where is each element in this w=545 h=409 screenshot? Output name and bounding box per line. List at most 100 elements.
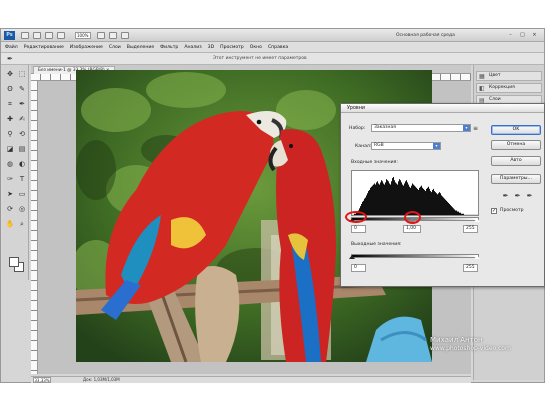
mini-bridge-icon[interactable] (33, 32, 41, 39)
menu-layers[interactable]: Слои (109, 45, 121, 50)
minimize-button[interactable]: – (506, 32, 515, 39)
histogram-bar (384, 184, 385, 215)
pen-tool-icon[interactable]: ✑ (5, 174, 15, 184)
ok-button[interactable]: OK (491, 125, 541, 135)
3d-orbit-tool-icon[interactable]: ◎ (17, 204, 27, 214)
histogram-bar (459, 212, 460, 215)
menu-3d[interactable]: 3D (208, 45, 214, 50)
hand-tool-icon[interactable]: ✋ (5, 219, 15, 229)
shape-tool-icon[interactable]: ▭ (17, 189, 27, 199)
histogram-bar (399, 179, 400, 215)
histogram-bar (392, 178, 393, 215)
histogram-bar (387, 180, 388, 215)
histogram-bar (370, 187, 371, 215)
input-white-field[interactable]: 255 (463, 225, 478, 233)
watermark: Михаил Антон www.photoshop-video.com (430, 336, 511, 353)
histogram-bar (446, 200, 447, 215)
histogram-bar (378, 183, 379, 215)
arrange-docs-icon[interactable] (109, 32, 117, 39)
eyedropper-tool-icon[interactable]: ✒ (7, 55, 15, 63)
hand-zoom-icon[interactable] (57, 32, 65, 39)
menu-help[interactable]: Справка (268, 45, 288, 50)
histogram-bar (435, 192, 436, 215)
gradient-tool-icon[interactable]: ▤ (17, 144, 27, 154)
dodge-tool-icon[interactable]: ◐ (17, 159, 27, 169)
bridge-icon[interactable] (21, 32, 29, 39)
output-gradient-bar (351, 254, 479, 258)
histogram-bar (372, 185, 373, 215)
preview-checkbox[interactable]: ✓ (491, 208, 497, 214)
menu-filter[interactable]: Фильтр (160, 45, 178, 50)
menu-analysis[interactable]: Анализ (184, 45, 201, 50)
brush-tool-icon[interactable]: ✍ (17, 114, 27, 124)
menu-image[interactable]: Изображение (70, 45, 103, 50)
maximize-button[interactable]: □ (518, 32, 527, 39)
output-white-slider[interactable] (474, 255, 480, 259)
watermark-author: Михаил Антон (430, 336, 483, 344)
black-eyedropper-icon[interactable]: ✒ (501, 192, 510, 201)
quick-select-tool-icon[interactable]: ✎ (17, 84, 27, 94)
app-zoom-select[interactable]: 100% (75, 32, 91, 39)
histogram-bar (433, 188, 434, 215)
histogram-bar (432, 189, 433, 215)
histogram-bar (369, 189, 370, 215)
rotate-view-icon[interactable] (97, 32, 105, 39)
eraser-tool-icon[interactable]: ◪ (5, 144, 15, 154)
workspace-switcher[interactable]: Основная рабочая среда (396, 32, 496, 40)
panel-label: Слои (489, 97, 501, 102)
output-white-field[interactable]: 255 (463, 264, 478, 272)
path-select-tool-icon[interactable]: ➤ (5, 189, 15, 199)
3d-rotate-tool-icon[interactable]: ⟳ (5, 204, 15, 214)
histogram-bar (406, 180, 407, 215)
screen-mode-icon[interactable] (121, 32, 129, 39)
zoom-level-field[interactable]: 33,33% (33, 377, 51, 383)
channel-select[interactable]: RGB ▾ (371, 142, 441, 150)
histogram-bar (458, 211, 459, 215)
history-brush-tool-icon[interactable]: ⟲ (17, 129, 27, 139)
healing-tool-icon[interactable]: ✚ (5, 114, 15, 124)
histogram-bar (375, 184, 376, 215)
close-button[interactable]: × (530, 32, 539, 39)
output-black-field[interactable]: 0 (351, 264, 366, 272)
type-tool-icon[interactable]: T (17, 174, 27, 184)
crop-tool-icon[interactable]: ⌗ (5, 99, 15, 109)
panel-tab[interactable]: ◧ Коррекция (476, 83, 542, 93)
extras-icon[interactable] (45, 32, 53, 39)
toolbox: ✥ ⬚ ʘ ✎ ⌗ ✒ ✚ ✍ ⚲ ⟲ ◪ ▤ ◍ ◐ ✑ T ➤ ▭ ⟳ ◎ ✋ ⌕ (3, 65, 29, 280)
gray-eyedropper-icon[interactable]: ✒ (513, 192, 522, 201)
histogram-bar (453, 208, 454, 215)
input-gray-field[interactable]: 1,00 (403, 225, 421, 233)
white-eyedropper-icon[interactable]: ✒ (525, 192, 534, 201)
preset-select[interactable]: Заказная ▾ (371, 124, 471, 132)
histogram-bar (460, 212, 461, 215)
clone-tool-icon[interactable]: ⚲ (5, 129, 15, 139)
histogram-bar (368, 191, 369, 215)
eyedropper-tool-icon[interactable]: ✒ (17, 99, 27, 109)
histogram-bar (405, 181, 406, 215)
blur-tool-icon[interactable]: ◍ (5, 159, 15, 169)
panel-tab[interactable]: ▦ Цвет (476, 71, 542, 81)
preset-options-icon[interactable]: ≡ (473, 125, 478, 132)
menu-view[interactable]: Просмотр (220, 45, 244, 50)
histogram-bar (377, 181, 378, 215)
menu-edit[interactable]: Редактирование (24, 45, 64, 50)
histogram-bar (466, 214, 467, 215)
input-black-field[interactable]: 0 (351, 225, 366, 233)
options-button[interactable]: Параметры... (491, 174, 541, 184)
move-tool-icon[interactable]: ✥ (5, 69, 15, 79)
zoom-tool-icon[interactable]: ⌕ (17, 219, 27, 229)
cancel-button[interactable]: Отмена (491, 140, 541, 150)
histogram-bar (419, 187, 420, 215)
panel-label: Коррекция (489, 85, 515, 90)
menu-file[interactable]: Файл (5, 45, 18, 50)
marquee-tool-icon[interactable]: ⬚ (17, 69, 27, 79)
menu-window[interactable]: Окно (250, 45, 262, 50)
foreground-color-swatch[interactable] (9, 257, 19, 267)
histogram-bar (379, 184, 380, 215)
auto-button[interactable]: Авто (491, 156, 541, 166)
output-black-slider[interactable] (349, 255, 355, 259)
channel-value: RGB (374, 143, 384, 148)
menu-select[interactable]: Выделение (127, 45, 154, 50)
input-white-slider[interactable] (474, 218, 480, 222)
lasso-tool-icon[interactable]: ʘ (5, 84, 15, 94)
